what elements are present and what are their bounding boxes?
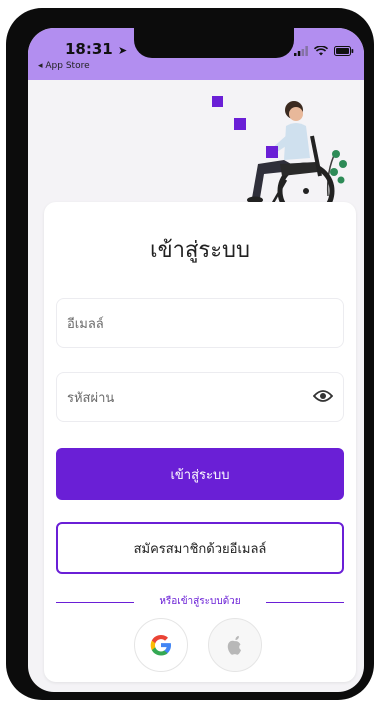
apple-login-button[interactable] <box>208 618 262 672</box>
divider-line-right <box>266 602 344 603</box>
login-button[interactable]: เข้าสู่ระบบ <box>56 448 344 500</box>
eye-icon[interactable] <box>313 388 333 404</box>
apple-icon <box>227 635 241 655</box>
google-icon <box>150 635 171 656</box>
login-title: เข้าสู่ระบบ <box>150 238 250 263</box>
signal-icon <box>294 46 308 56</box>
login-card: เข้าสู่ระบบ เข้าสู่ระบบ สมัครสมาชิกด้วยอ… <box>44 202 356 682</box>
register-email-button[interactable]: สมัครสมาชิกด้วยอีเมลล์ <box>56 522 344 574</box>
app-screen: 18:31 ➤ ◂ App Store เข้าสู่ระบบ อีเมลล์ … <box>28 28 364 692</box>
email-input[interactable] <box>57 299 299 349</box>
notch <box>134 28 294 58</box>
battery-icon <box>334 46 354 56</box>
password-input[interactable] <box>57 373 299 423</box>
status-bar: 18:31 ➤ ◂ App Store <box>28 28 364 80</box>
phone-frame: 18:31 ➤ ◂ App Store เข้าสู่ระบบ อีเมลล์ … <box>6 8 374 700</box>
google-login-button[interactable] <box>134 618 188 672</box>
location-arrow-icon: ➤ <box>117 44 128 57</box>
password-field[interactable] <box>56 372 344 423</box>
system-icons <box>294 46 354 56</box>
back-to-app-link[interactable]: ◂ App Store <box>38 61 90 71</box>
status-time: 18:31 ➤ <box>65 40 128 58</box>
or-login-divider: หรือเข้าสู่ระบบด้วย <box>56 594 344 610</box>
wifi-icon <box>314 46 328 56</box>
email-field[interactable] <box>56 298 344 349</box>
